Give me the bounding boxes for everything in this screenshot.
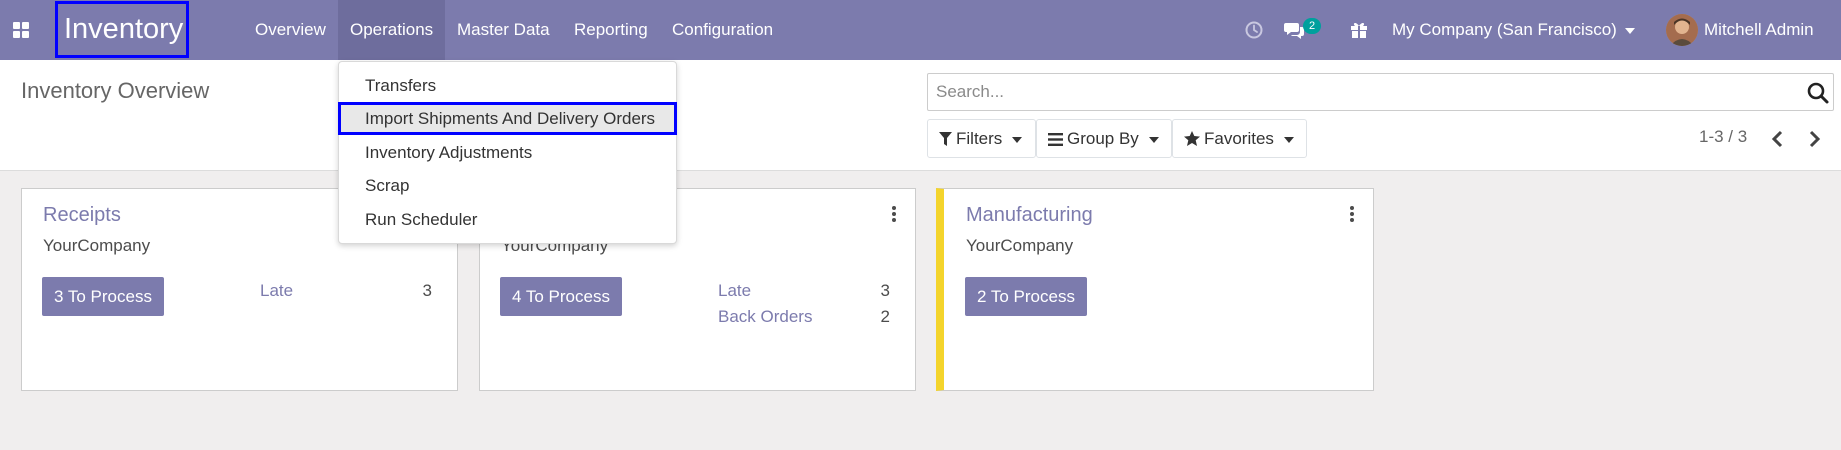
card-company: YourCompany (966, 236, 1074, 255)
search-bar (927, 73, 1834, 111)
top-navbar: Inventory Overview Operations Master Dat… (0, 0, 1841, 60)
filter-icon (939, 132, 952, 146)
filters-button[interactable]: Filters (927, 119, 1036, 158)
star-icon (1184, 131, 1200, 146)
pager-next-icon[interactable] (1802, 125, 1826, 153)
menu-item-import-shipments[interactable]: Import Shipments And Delivery Orders (338, 102, 677, 135)
search-input[interactable] (934, 74, 1794, 110)
chevron-down-icon (1283, 136, 1294, 143)
card-menu-icon[interactable] (1345, 204, 1359, 224)
bars-icon (1048, 133, 1063, 146)
avatar[interactable] (1666, 14, 1698, 46)
back-orders-link[interactable]: Back Orders (718, 307, 812, 327)
app-brand[interactable]: Inventory (55, 1, 189, 58)
menu-overview[interactable]: Overview (243, 0, 338, 60)
menu-operations[interactable]: Operations (338, 0, 446, 60)
group-by-button[interactable]: Group By (1036, 119, 1172, 158)
pager-value[interactable]: 1-3 / 3 (1699, 127, 1747, 147)
menu-item-transfers[interactable]: Transfers (339, 69, 676, 102)
messages-badge: 2 (1303, 18, 1321, 34)
company-switcher[interactable]: My Company (San Francisco) (1392, 0, 1635, 60)
favorites-label: Favorites (1204, 129, 1274, 148)
menu-item-run-scheduler[interactable]: Run Scheduler (339, 203, 676, 236)
chat-icon[interactable] (1284, 0, 1306, 60)
to-process-button[interactable]: 4 To Process (500, 277, 622, 316)
chevron-down-icon (1624, 27, 1635, 34)
pager-previous-icon[interactable] (1766, 125, 1790, 153)
clock-icon[interactable] (1242, 0, 1266, 60)
menu-item-scrap[interactable]: Scrap (339, 169, 676, 202)
menu-master-data[interactable]: Master Data (445, 0, 562, 60)
menu-configuration[interactable]: Configuration (660, 0, 785, 60)
filters-label: Filters (956, 129, 1003, 148)
card-title[interactable]: Manufacturing (966, 204, 1093, 227)
gift-icon[interactable] (1348, 0, 1370, 60)
favorites-button[interactable]: Favorites (1172, 119, 1307, 158)
company-name: My Company (San Francisco) (1392, 20, 1617, 39)
page-title: Inventory Overview (21, 78, 210, 103)
late-link[interactable]: Late (718, 281, 751, 301)
to-process-button[interactable]: 2 To Process (965, 277, 1087, 316)
menu-item-inventory-adjustments[interactable]: Inventory Adjustments (339, 136, 676, 169)
card-menu-icon[interactable] (887, 204, 901, 224)
late-count: 3 (422, 281, 432, 300)
operations-dropdown: Transfers Import Shipments And Delivery … (338, 61, 677, 244)
back-orders-count: 2 (880, 307, 890, 326)
search-icon[interactable] (1805, 80, 1831, 106)
user-menu[interactable]: Mitchell Admin (1704, 0, 1814, 60)
card-company: YourCompany (43, 236, 151, 255)
late-link[interactable]: Late (260, 281, 293, 301)
chevron-down-icon (1012, 136, 1023, 143)
control-panel: Inventory Overview Filters Group By Favo… (0, 60, 1841, 171)
menu-reporting[interactable]: Reporting (562, 0, 660, 60)
apps-menu-icon[interactable] (0, 0, 42, 60)
to-process-button[interactable]: 3 To Process (42, 277, 164, 316)
late-count: 3 (880, 281, 890, 300)
kanban-card-manufacturing: Manufacturing YourCompany 2 To Process (936, 188, 1374, 391)
group-by-label: Group By (1067, 129, 1139, 148)
chevron-down-icon (1148, 136, 1159, 143)
card-title[interactable]: Receipts (43, 204, 121, 227)
